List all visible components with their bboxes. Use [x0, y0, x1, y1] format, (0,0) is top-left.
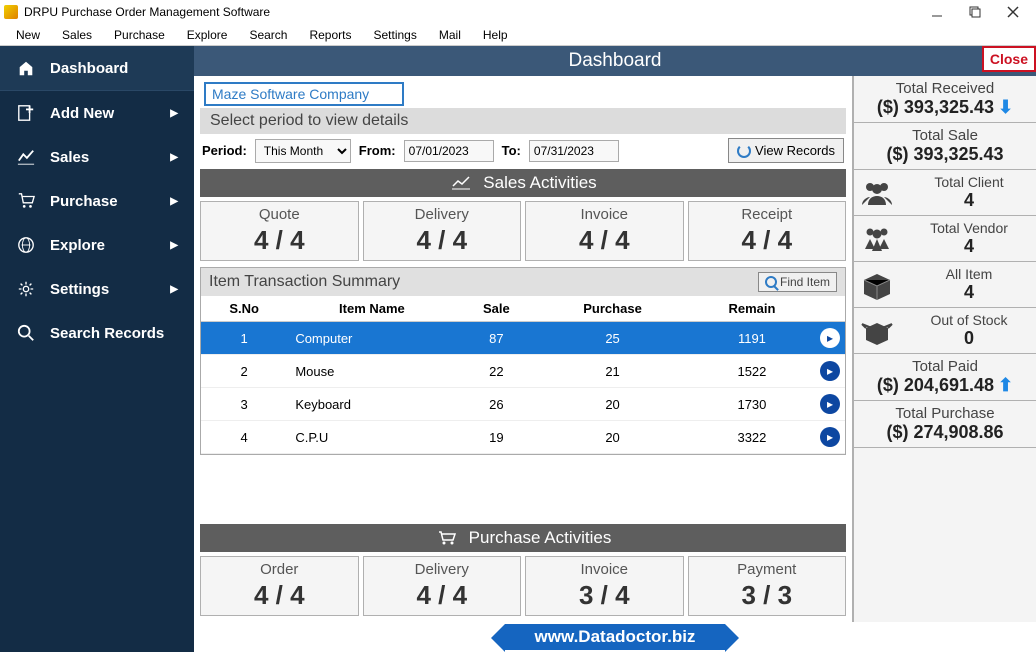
- menu-new[interactable]: New: [6, 26, 50, 44]
- titlebar: DRPU Purchase Order Management Software: [0, 0, 1036, 24]
- summary-column: Total Received($) 393,325.43⬇Total Sale(…: [852, 76, 1036, 622]
- table-row[interactable]: 4C.P.U19203322▸: [201, 421, 845, 454]
- summary-out-of-stock: Out of Stock0: [854, 308, 1036, 354]
- summary-all-item: All Item4: [854, 262, 1036, 308]
- activity-card-delivery[interactable]: Delivery4 / 4: [363, 556, 522, 616]
- summary-total-sale: Total Sale($) 393,325.43: [854, 123, 1036, 170]
- menu-search[interactable]: Search: [239, 26, 297, 44]
- sidebar-item-add-new[interactable]: Add New▶: [0, 91, 194, 135]
- menu-help[interactable]: Help: [473, 26, 518, 44]
- search-icon: [765, 276, 777, 288]
- menubar: NewSalesPurchaseExploreSearchReportsSett…: [0, 24, 1036, 46]
- sidebar-item-search-records[interactable]: Search Records: [0, 311, 194, 355]
- item-transaction-title: Item Transaction Summary: [209, 273, 400, 291]
- purchase-activities-header: Purchase Activities: [200, 524, 846, 552]
- find-item-button[interactable]: Find Item: [758, 272, 837, 292]
- chevron-right-icon: ▶: [170, 108, 178, 119]
- sidebar-icon: [16, 191, 36, 211]
- col-remain: Remain: [689, 296, 815, 322]
- sidebar-item-sales[interactable]: Sales▶: [0, 135, 194, 179]
- col-purchase: Purchase: [536, 296, 689, 322]
- sidebar-icon: [16, 235, 36, 255]
- col-sale: Sale: [457, 296, 537, 322]
- footer-link[interactable]: www.Datadoctor.biz: [505, 624, 726, 650]
- sales-activity-cards: Quote4 / 4Delivery4 / 4Invoice4 / 4Recei…: [200, 201, 846, 261]
- activity-card-invoice[interactable]: Invoice3 / 4: [525, 556, 684, 616]
- table-row[interactable]: 2Mouse22211522▸: [201, 355, 845, 388]
- period-label: Period:: [202, 143, 247, 158]
- sidebar-icon: [16, 323, 36, 343]
- item-table: S.NoItem NameSalePurchaseRemain 1Compute…: [201, 296, 845, 454]
- activity-card-payment[interactable]: Payment3 / 3: [688, 556, 847, 616]
- item-transaction-panel: Item Transaction Summary Find Item S.NoI…: [200, 267, 846, 455]
- app-icon: [4, 5, 18, 19]
- menu-purchase[interactable]: Purchase: [104, 26, 175, 44]
- purchase-activity-cards: Order4 / 4Delivery4 / 4Invoice3 / 4Payme…: [200, 556, 846, 616]
- menu-sales[interactable]: Sales: [52, 26, 102, 44]
- row-detail-button[interactable]: ▸: [820, 394, 840, 414]
- col-item-name: Item Name: [287, 296, 456, 322]
- menu-explore[interactable]: Explore: [177, 26, 238, 44]
- period-select[interactable]: This Month: [255, 139, 351, 163]
- chart-icon: [449, 176, 473, 190]
- vendor-icon: [860, 225, 900, 253]
- activity-card-delivery[interactable]: Delivery4 / 4: [363, 201, 522, 261]
- to-date-input[interactable]: [529, 140, 619, 162]
- summary-total-vendor: Total Vendor4: [854, 216, 1036, 262]
- activity-card-order[interactable]: Order4 / 4: [200, 556, 359, 616]
- menu-mail[interactable]: Mail: [429, 26, 471, 44]
- sidebar-icon: [16, 147, 36, 167]
- cart-icon: [435, 531, 459, 545]
- activity-card-invoice[interactable]: Invoice4 / 4: [525, 201, 684, 261]
- to-label: To:: [502, 143, 521, 158]
- summary-total-received: Total Received($) 393,325.43⬇: [854, 76, 1036, 123]
- sidebar-icon: [16, 103, 36, 123]
- sidebar-item-purchase[interactable]: Purchase▶: [0, 179, 194, 223]
- arrow-down-icon: ⬇: [998, 97, 1013, 118]
- view-records-button[interactable]: View Records: [728, 138, 844, 163]
- box-open-icon: [860, 316, 900, 346]
- menu-reports[interactable]: Reports: [299, 26, 361, 44]
- window-title: DRPU Purchase Order Management Software: [24, 5, 270, 19]
- from-label: From:: [359, 143, 396, 158]
- period-prompt: Select period to view details: [200, 108, 846, 134]
- footer: www.Datadoctor.biz: [194, 622, 1036, 652]
- dashboard-close-button[interactable]: Close: [982, 46, 1036, 72]
- dashboard-title: Dashboard: [194, 50, 1036, 72]
- sidebar-item-dashboard[interactable]: Dashboard: [0, 46, 194, 91]
- period-row: Period: This Month From: To: View Record…: [200, 138, 846, 163]
- refresh-icon: [737, 144, 751, 158]
- summary-total-client: Total Client4: [854, 170, 1036, 216]
- chevron-right-icon: ▶: [170, 240, 178, 251]
- summary-total-purchase: Total Purchase($) 274,908.86: [854, 401, 1036, 448]
- sidebar-item-settings[interactable]: Settings▶: [0, 267, 194, 311]
- col-s-no: S.No: [201, 296, 287, 322]
- sales-activities-header: Sales Activities: [200, 169, 846, 197]
- menu-settings[interactable]: Settings: [364, 26, 427, 44]
- minimize-button[interactable]: [918, 0, 956, 24]
- table-row[interactable]: 1Computer87251191▸: [201, 322, 845, 355]
- table-row[interactable]: 3Keyboard26201730▸: [201, 388, 845, 421]
- box-icon: [860, 270, 900, 300]
- activity-card-receipt[interactable]: Receipt4 / 4: [688, 201, 847, 261]
- from-date-input[interactable]: [404, 140, 494, 162]
- dashboard-header: Dashboard Close: [194, 46, 1036, 76]
- sidebar: DashboardAdd New▶Sales▶Purchase▶Explore▶…: [0, 46, 194, 652]
- chevron-right-icon: ▶: [170, 284, 178, 295]
- arrow-up-icon: ⬆: [998, 375, 1013, 396]
- sidebar-item-explore[interactable]: Explore▶: [0, 223, 194, 267]
- maximize-button[interactable]: [956, 0, 994, 24]
- company-name: Maze Software Company: [204, 82, 404, 106]
- row-detail-button[interactable]: ▸: [820, 427, 840, 447]
- row-detail-button[interactable]: ▸: [820, 361, 840, 381]
- chevron-right-icon: ▶: [170, 152, 178, 163]
- sidebar-icon: [16, 58, 36, 78]
- users-icon: [860, 179, 900, 207]
- row-detail-button[interactable]: ▸: [820, 328, 840, 348]
- sidebar-icon: [16, 279, 36, 299]
- window-close-button[interactable]: [994, 0, 1032, 24]
- summary-total-paid: Total Paid($) 204,691.48⬆: [854, 354, 1036, 401]
- activity-card-quote[interactable]: Quote4 / 4: [200, 201, 359, 261]
- chevron-right-icon: ▶: [170, 196, 178, 207]
